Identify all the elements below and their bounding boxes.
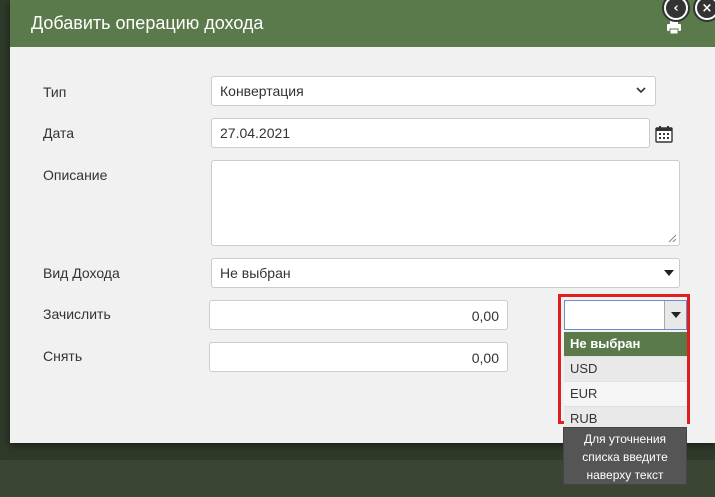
chevron-left-icon: ‹ <box>666 0 686 18</box>
caret-down-icon[interactable] <box>659 259 679 287</box>
type-select-value: Конвертация <box>220 83 304 99</box>
currency-select-input[interactable] <box>564 300 687 330</box>
date-input-value: 27.04.2021 <box>220 125 291 141</box>
type-label: Тип <box>43 84 67 100</box>
close-icon: × <box>697 0 715 18</box>
currency-options-list: Не выбран USD EUR RUB <box>564 332 687 432</box>
currency-option[interactable]: EUR <box>564 382 687 407</box>
debit-amount-input[interactable]: 0,00 <box>209 342 508 372</box>
calendar-icon[interactable] <box>655 125 673 143</box>
caret-down-icon[interactable] <box>664 301 686 329</box>
credit-amount-value: 0,00 <box>471 308 499 324</box>
resize-handle-icon[interactable] <box>668 234 677 243</box>
description-textarea[interactable] <box>211 160 680 246</box>
date-input[interactable]: 27.04.2021 <box>211 118 650 148</box>
income-kind-label: Вид Дохода <box>43 265 120 281</box>
description-label: Описание <box>43 167 108 183</box>
debit-label: Снять <box>43 348 83 364</box>
income-kind-select[interactable]: Не выбран <box>211 258 680 288</box>
credit-amount-input[interactable]: 0,00 <box>209 300 508 330</box>
chevron-down-icon <box>636 87 646 94</box>
currency-option[interactable]: Не выбран <box>564 332 687 357</box>
dropdown-hint-tooltip: Для уточнения списка введите наверху тек… <box>563 427 687 485</box>
credit-label: Зачислить <box>43 306 111 322</box>
date-label: Дата <box>43 125 75 141</box>
type-select[interactable]: Конвертация <box>211 76 656 106</box>
dialog-title: Добавить операцию дохода <box>31 13 264 33</box>
income-kind-value: Не выбран <box>220 265 291 281</box>
debit-amount-value: 0,00 <box>471 350 499 366</box>
dialog-header: Добавить операцию дохода <box>10 0 715 47</box>
currency-option[interactable]: USD <box>564 357 687 382</box>
